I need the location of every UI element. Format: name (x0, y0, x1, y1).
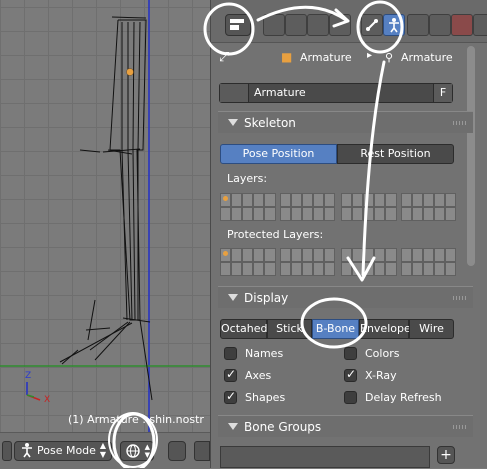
properties-editor-icon (230, 19, 244, 30)
scrollbar[interactable] (467, 46, 475, 266)
tab-render[interactable] (263, 14, 285, 36)
bone-icon (366, 19, 378, 31)
armature-data-icon: ⚲ (385, 51, 394, 64)
add-bone-group-button[interactable]: + (437, 446, 455, 464)
armature-wireframe (0, 0, 210, 432)
rest-position-button[interactable]: Rest Position (337, 144, 454, 164)
names-checkbox[interactable] (224, 347, 237, 360)
skeleton-panel-header[interactable]: Skeleton (218, 111, 473, 133)
bone-groups-list[interactable] (220, 446, 430, 468)
delay-refresh-label: Delay Refresh (365, 391, 442, 404)
tab-bone-constraints[interactable] (429, 14, 451, 36)
tab-world[interactable] (329, 14, 351, 36)
pin-icon[interactable]: ⤢ (219, 50, 229, 65)
shapes-checkbox[interactable] (224, 389, 237, 404)
tab-texture[interactable] (451, 14, 473, 36)
protected-layers-grid-right[interactable] (341, 248, 456, 276)
drag-grip-icon[interactable] (453, 296, 467, 300)
breadcrumb-data: Armature (401, 51, 453, 64)
tab-object[interactable] (361, 14, 383, 36)
shapes-label: Shapes (245, 391, 286, 404)
axes-checkbox[interactable] (224, 367, 237, 382)
collapse-triangle-icon (228, 119, 238, 126)
tab-bone[interactable] (407, 14, 429, 36)
breadcrumb-separator-icon: ▸ (367, 50, 373, 61)
display-stick-button[interactable]: Stick (267, 319, 312, 339)
datablock-name[interactable]: Armature (254, 86, 306, 99)
editor-type-button[interactable] (225, 14, 251, 36)
3d-viewport[interactable]: Z X (1) Armature : shin.nostr (0, 0, 210, 468)
delay-refresh-checkbox[interactable] (344, 391, 357, 404)
display-title: Display (244, 291, 289, 305)
drag-grip-icon[interactable] (453, 425, 467, 429)
properties-header (211, 0, 487, 43)
colors-checkbox[interactable] (344, 347, 357, 360)
xray-checkbox[interactable] (344, 367, 357, 382)
protected-layers-grid-left[interactable] (220, 248, 335, 276)
display-octahedral-button[interactable]: Octahed (220, 319, 267, 339)
breadcrumb: ⤢ ■ Armature ▸ ⚲ Armature (219, 50, 459, 66)
axes-label: Axes (245, 369, 272, 382)
datablock-browse-button[interactable] (220, 84, 249, 102)
datablock-selector[interactable]: Armature F (219, 83, 453, 103)
transform-manipulator-button[interactable] (194, 441, 210, 461)
display-bbone-button[interactable]: B-Bone (312, 319, 359, 339)
layers-label: Layers: (227, 172, 268, 185)
tab-scene[interactable] (307, 14, 329, 36)
plus-icon: + (440, 447, 452, 463)
axis-x-label: X (44, 395, 51, 405)
display-wire-button[interactable]: Wire (409, 319, 454, 339)
object-cube-icon: ■ (281, 50, 293, 64)
breadcrumb-object: Armature (300, 51, 352, 64)
fake-user-button[interactable]: F (433, 84, 452, 102)
pose-position-button[interactable]: Pose Position (220, 144, 337, 164)
collapse-triangle-icon (228, 294, 238, 301)
display-panel-header[interactable]: Display (218, 286, 473, 308)
annotation-circle (108, 412, 158, 468)
bone-groups-panel-header[interactable]: Bone Groups (218, 415, 473, 437)
colors-label: Colors (365, 347, 400, 360)
properties-editor: ⤢ ■ Armature ▸ ⚲ Armature Armature F Ske… (210, 0, 487, 468)
chevron-updown-icon: ▲ ▼ (99, 441, 106, 459)
viewport-header: Pose Mode ▲ ▼ ▲ ▼ (0, 412, 210, 469)
armature-figure-icon (389, 18, 399, 33)
skeleton-title: Skeleton (244, 116, 296, 130)
tab-render-layers[interactable] (285, 14, 307, 36)
bone-groups-title: Bone Groups (244, 420, 322, 434)
axis-z-label: Z (25, 371, 32, 381)
xray-label: X-Ray (365, 369, 397, 382)
display-envelope-button[interactable]: Envelope (359, 319, 411, 339)
collapse-triangle-icon (228, 423, 238, 430)
tab-physics[interactable] (473, 14, 487, 36)
layers-grid-left[interactable] (220, 193, 335, 221)
pose-mode-icon (20, 442, 34, 464)
names-label: Names (245, 347, 284, 360)
protected-layers-label: Protected Layers: (227, 228, 324, 241)
mode-selector[interactable]: Pose Mode ▲ ▼ (14, 441, 112, 461)
pivot-point-button[interactable] (168, 441, 186, 461)
mode-label: Pose Mode (37, 444, 96, 457)
drag-grip-icon[interactable] (453, 121, 467, 125)
editor-type-button[interactable] (2, 441, 12, 461)
layers-grid-right[interactable] (341, 193, 456, 221)
tab-armature-data[interactable] (383, 14, 405, 36)
